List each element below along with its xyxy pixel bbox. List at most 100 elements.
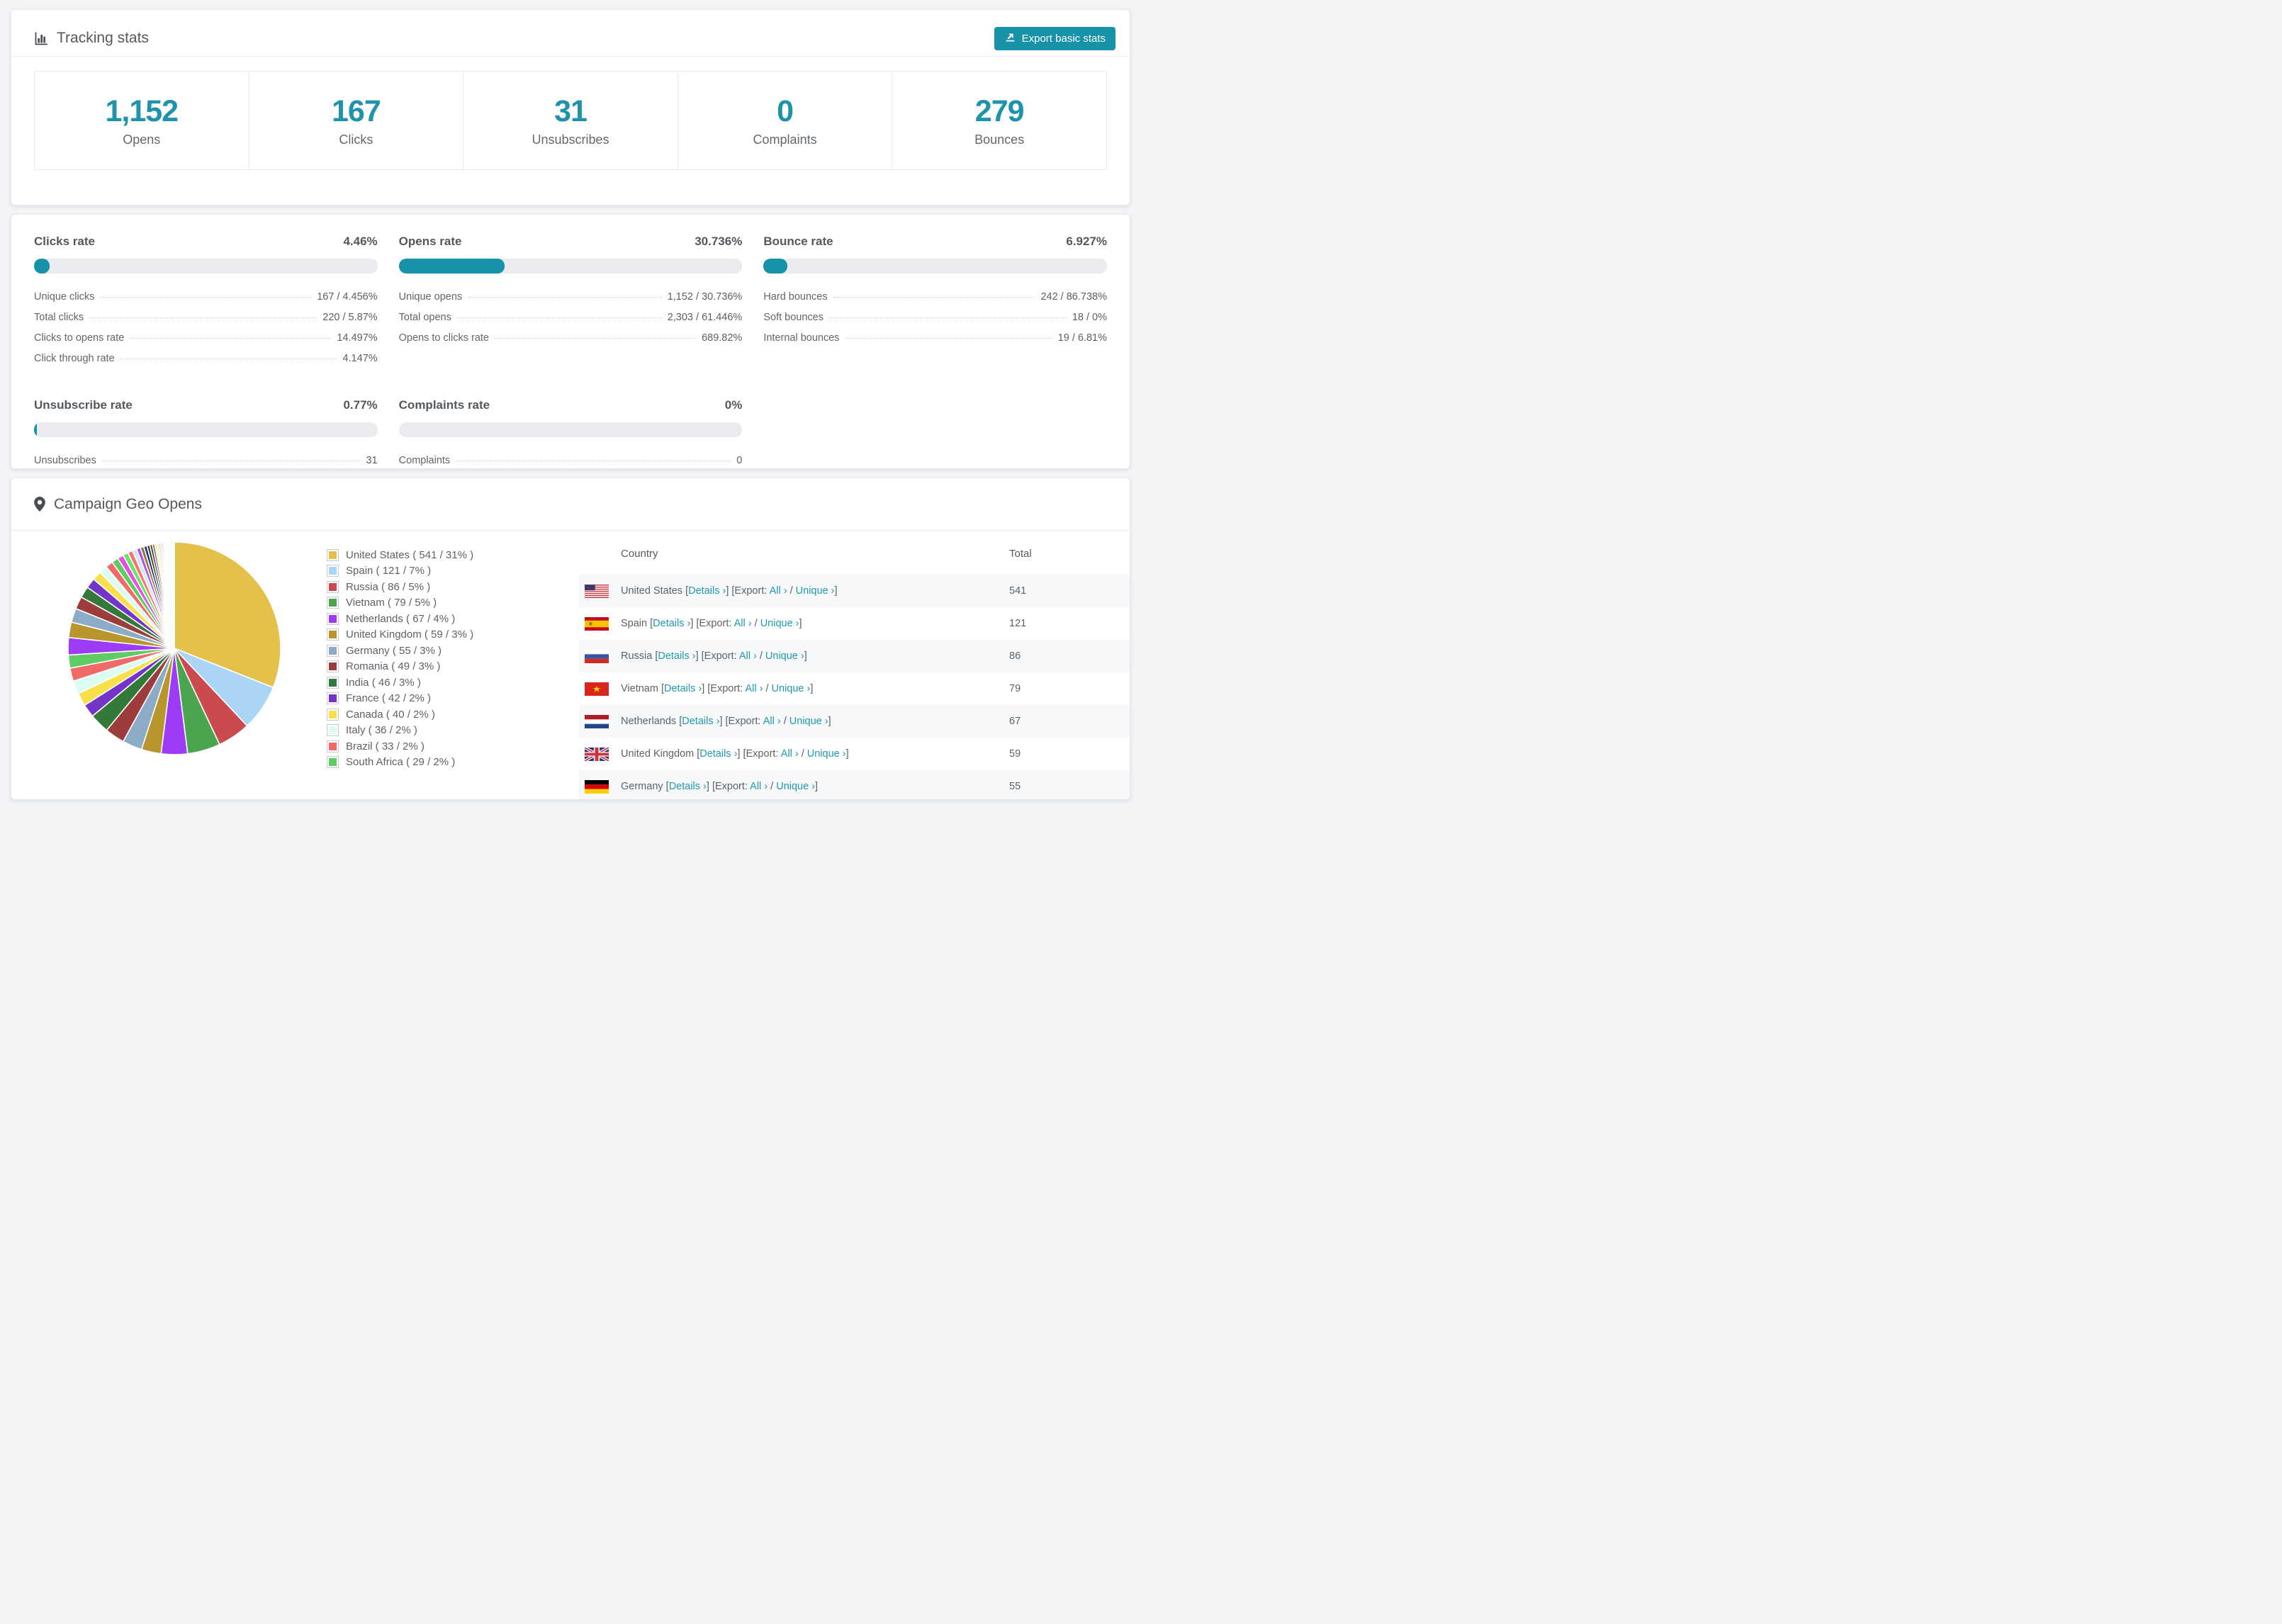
legend-item[interactable]: Romania ( 49 / 3% ): [327, 659, 473, 675]
rate-row-label: Soft bounces: [763, 311, 824, 323]
rate-head: Bounce rate 6.927%: [763, 235, 1107, 249]
stat-label: Unsubscribes: [532, 132, 609, 147]
rate-row: Unsubscribes 31: [34, 450, 378, 470]
tracking-stats-title: Tracking stats: [34, 30, 149, 47]
rate-row-label: Internal bounces: [763, 332, 840, 344]
flag-icon-vn: [585, 682, 609, 696]
rate-row-value: 31: [366, 454, 378, 466]
legend-item[interactable]: South Africa ( 29 / 2% ): [327, 755, 473, 771]
legend-item[interactable]: Vietnam ( 79 / 5% ): [327, 595, 473, 611]
export-unique-link[interactable]: Unique ›: [796, 585, 835, 597]
legend-item[interactable]: Canada ( 40 / 2% ): [327, 706, 473, 723]
export-unique-link[interactable]: Unique ›: [760, 618, 799, 629]
country-cell: Russia [Details ›] [Export: All › / Uniq…: [621, 650, 807, 662]
total-cell: 55: [1009, 781, 1021, 792]
export-unique-link[interactable]: Unique ›: [772, 683, 811, 694]
rate-row: Opens to clicks rate 689.82%: [399, 327, 743, 348]
export-button-label: Export basic stats: [1021, 33, 1106, 45]
total-column-header: Total: [1009, 548, 1032, 560]
progress-bar-fill: [398, 259, 505, 274]
rate-row: Internal bounces 19 / 6.81%: [763, 327, 1107, 348]
legend-item[interactable]: France ( 42 / 2% ): [327, 691, 473, 707]
export-all-link[interactable]: All ›: [781, 748, 799, 760]
legend-item[interactable]: Netherlands ( 67 / 4% ): [327, 611, 473, 627]
rate-group-opens-rate: Opens rate 30.736% Unique opens 1,152 / 30.…: [398, 235, 743, 368]
legend-item[interactable]: Spain ( 121 / 7% ): [327, 563, 473, 580]
details-link[interactable]: Details ›: [688, 585, 726, 597]
details-link[interactable]: Details ›: [669, 781, 707, 792]
stat-opens: 1,152 Opens: [34, 71, 249, 170]
separator: /: [754, 618, 758, 629]
bracket: ]: [810, 683, 814, 694]
export-all-link[interactable]: All ›: [739, 650, 757, 662]
legend-item[interactable]: Germany ( 55 / 3% ): [327, 643, 473, 659]
rate-row: Soft bounces 18 / 0%: [763, 307, 1107, 327]
legend-label: Netherlands ( 67 / 4% ): [346, 612, 456, 625]
rate-row: Click through rate 4.147%: [34, 348, 378, 368]
progress-bar: [34, 259, 378, 274]
separator: /: [801, 748, 804, 760]
rate-title: Bounce rate: [763, 235, 833, 248]
rate-row-label: Clicks to opens rate: [34, 332, 125, 344]
details-link[interactable]: Details ›: [653, 618, 690, 629]
legend-item[interactable]: United Kingdom ( 59 / 3% ): [327, 627, 473, 643]
details-link[interactable]: Details ›: [682, 716, 719, 727]
bracket: ]: [719, 716, 723, 727]
progress-bar-fill: [763, 259, 787, 274]
separator: /: [770, 781, 774, 792]
rate-head: Clicks rate 4.46%: [34, 235, 378, 249]
legend-item[interactable]: India ( 46 / 3% ): [327, 675, 473, 691]
export-all-link[interactable]: All ›: [763, 716, 781, 727]
legend-swatch: [327, 597, 339, 609]
rate-row: Unique clicks 167 / 4.456%: [34, 286, 378, 307]
table-row: Spain [Details ›] [Export: All › / Uniqu…: [579, 607, 1130, 640]
geo-title: Campaign Geo Opens: [54, 495, 202, 512]
dotted-leader: [89, 317, 317, 318]
country-cell: United States [Details ›] [Export: All ›…: [621, 585, 838, 597]
export-all-link[interactable]: All ›: [734, 618, 752, 629]
export-unique-link[interactable]: Unique ›: [776, 781, 815, 792]
rate-row-label: Hard bounces: [763, 291, 828, 303]
legend-item[interactable]: Brazil ( 33 / 2% ): [327, 738, 473, 755]
dotted-leader: [130, 337, 332, 339]
rate-row-value: 19 / 6.81%: [1057, 332, 1107, 344]
rate-row-value: 4.147%: [342, 352, 378, 364]
export-all-link[interactable]: All ›: [750, 781, 768, 792]
export-unique-link[interactable]: Unique ›: [807, 748, 846, 760]
export-prefix: [Export:: [712, 781, 748, 792]
stat-value: 279: [974, 94, 1025, 128]
export-prefix: [Export:: [725, 716, 761, 727]
details-link[interactable]: Details ›: [658, 650, 695, 662]
export-prefix: [Export:: [707, 683, 743, 694]
country-cell: Germany [Details ›] [Export: All › / Uni…: [621, 781, 818, 792]
stat-clicks: 167 Clicks: [248, 71, 464, 170]
progress-bar: [398, 259, 743, 274]
rates-grid: Clicks rate 4.46% Unique clicks 167 / 4.456…: [11, 215, 1130, 490]
table-row: United Kingdom [Details ›] [Export: All …: [579, 738, 1130, 770]
rate-rows: Unique opens 1,152 / 30.736% Total opens 2,…: [399, 286, 743, 348]
export-basic-stats-button[interactable]: Export basic stats: [994, 27, 1115, 50]
details-link[interactable]: Details ›: [664, 683, 702, 694]
details-link[interactable]: Details ›: [699, 748, 737, 760]
export-all-link[interactable]: All ›: [770, 585, 787, 597]
summary-stats-row: 1,152 Opens 167 Clicks 31 Unsubscribes 0 Compla…: [34, 71, 1107, 170]
rate-row-value: 0: [736, 454, 743, 466]
rate-row: Unique opens 1,152 / 30.736%: [399, 286, 743, 307]
export-all-link[interactable]: All ›: [745, 683, 763, 694]
export-unique-link[interactable]: Unique ›: [765, 650, 804, 662]
flag-icon-es: [585, 616, 609, 631]
legend-item[interactable]: Italy ( 36 / 2% ): [327, 723, 473, 739]
legend-label: Russia ( 86 / 5% ): [346, 580, 431, 593]
export-prefix: [Export:: [701, 650, 737, 662]
rate-value: 30.736%: [695, 235, 743, 248]
legend-item[interactable]: United States ( 541 / 31% ): [327, 547, 473, 563]
export-unique-link[interactable]: Unique ›: [789, 716, 828, 727]
rate-value: 0.77%: [343, 398, 378, 412]
export-prefix: [Export:: [731, 585, 768, 597]
rate-row: Clicks to opens rate 14.497%: [34, 327, 378, 348]
stat-value: 31: [554, 94, 588, 128]
legend-label: France ( 42 / 2% ): [346, 692, 432, 705]
legend-item[interactable]: Russia ( 86 / 5% ): [327, 579, 473, 595]
rates-card: Clicks rate 4.46% Unique clicks 167 / 4.456…: [11, 214, 1130, 469]
country-cell: Vietnam [Details ›] [Export: All › / Uni…: [621, 683, 813, 694]
